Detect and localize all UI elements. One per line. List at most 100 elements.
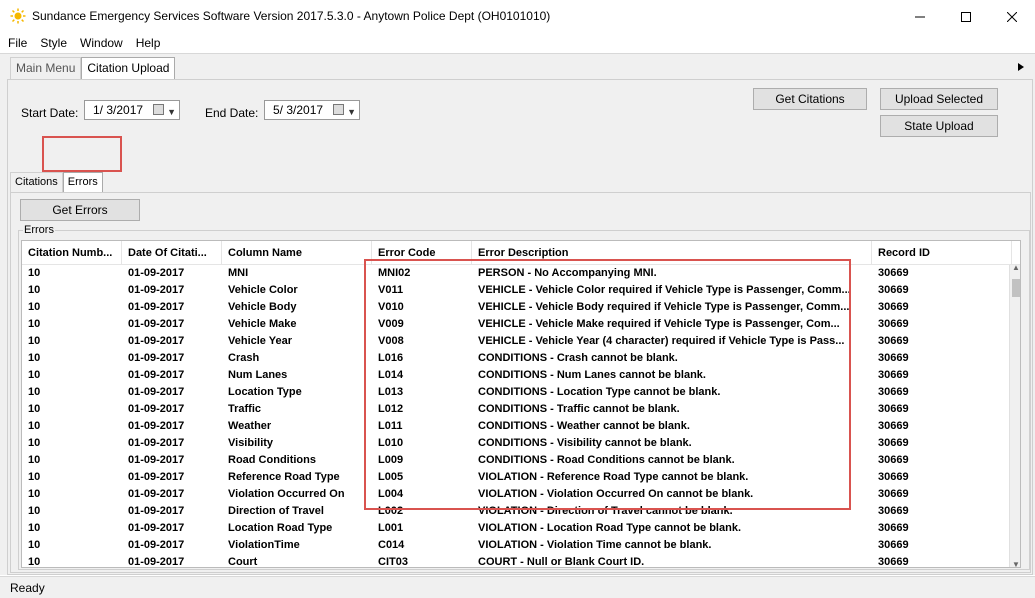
sub-tab-strip: Citations Errors	[10, 172, 103, 193]
chevron-down-icon: ▼	[167, 107, 176, 117]
maximize-button[interactable]	[943, 0, 989, 34]
calendar-icon	[333, 104, 344, 115]
cell-record-id: 30669	[878, 454, 909, 466]
cell-citation-number: 10	[28, 301, 41, 313]
end-date-label: End Date:	[205, 106, 259, 120]
cell-citation-number: 10	[28, 403, 41, 415]
cell-record-id: 30669	[878, 471, 909, 483]
cell-date: 01-09-2017	[128, 301, 185, 313]
tab-errors[interactable]: Errors	[62, 172, 103, 193]
cell-date: 01-09-2017	[128, 403, 185, 415]
close-button[interactable]	[989, 0, 1035, 34]
cell-column-name: Road Conditions	[228, 454, 316, 466]
cell-record-id: 30669	[878, 403, 909, 415]
sun-icon	[10, 8, 26, 24]
calendar-icon	[153, 104, 164, 115]
cell-citation-number: 10	[28, 488, 41, 500]
cell-date: 01-09-2017	[128, 369, 185, 381]
cell-record-id: 30669	[878, 488, 909, 500]
cell-column-name: Vehicle Year	[228, 335, 293, 347]
tab-citation-upload[interactable]: Citation Upload	[81, 57, 176, 79]
upload-selected-button[interactable]: Upload Selected	[880, 88, 998, 110]
cell-record-id: 30669	[878, 267, 909, 279]
chevron-down-icon: ▼	[347, 107, 356, 117]
scrollbar-thumb[interactable]	[1012, 279, 1020, 297]
scroll-up-icon[interactable]: ▲	[1012, 263, 1020, 272]
cell-record-id: 30669	[878, 539, 909, 551]
cell-column-name: Traffic	[228, 403, 262, 415]
table-row[interactable]: 10 01-09-2017 ViolationTime C014 VIOLATION -…	[22, 537, 1012, 554]
cell-column-name: MNI	[228, 267, 249, 279]
get-citations-button[interactable]: Get Citations	[753, 88, 867, 110]
start-date-picker[interactable]: 1/ 3/2017 ▼	[84, 100, 180, 120]
start-date-value: 1/ 3/2017	[93, 103, 144, 117]
cell-citation-number: 10	[28, 505, 41, 517]
table-row[interactable]: 10 01-09-2017 Location Road Type L001 VIOLAT…	[22, 520, 1012, 537]
window-title: Sundance Emergency Services Software Ver…	[32, 9, 551, 23]
cell-date: 01-09-2017	[128, 454, 185, 466]
cell-citation-number: 10	[28, 267, 41, 279]
minimize-icon	[915, 16, 925, 18]
column-header-column-name[interactable]: Column Name	[222, 241, 372, 264]
menu-file[interactable]: File	[0, 34, 32, 52]
cell-date: 01-09-2017	[128, 437, 185, 449]
end-date-picker[interactable]: 5/ 3/2017 ▼	[264, 100, 360, 120]
tab-main-menu[interactable]: Main Menu	[10, 57, 82, 79]
cell-record-id: 30669	[878, 386, 909, 398]
menu-bar: File Style Window Help	[0, 34, 1035, 52]
cell-record-id: 30669	[878, 522, 909, 534]
cell-column-name: Vehicle Color	[228, 284, 298, 296]
cell-citation-number: 10	[28, 454, 41, 466]
cell-record-id: 30669	[878, 352, 909, 364]
cell-citation-number: 10	[28, 284, 41, 296]
cell-error-description: VIOLATION - Violation Time cannot be bla…	[478, 539, 712, 551]
errors-group-label: Errors	[23, 224, 55, 236]
cell-date: 01-09-2017	[128, 522, 185, 534]
cell-citation-number: 10	[28, 556, 41, 568]
cell-record-id: 30669	[878, 301, 909, 313]
cell-citation-number: 10	[28, 386, 41, 398]
table-row[interactable]: 10 01-09-2017 Court CIT03 COURT - Null or Bl…	[22, 554, 1012, 568]
cell-record-id: 30669	[878, 556, 909, 568]
get-errors-button[interactable]: Get Errors	[20, 199, 140, 221]
cell-column-name: Weather	[228, 420, 272, 432]
maximize-icon	[961, 12, 971, 22]
column-header-date[interactable]: Date Of Citati...	[122, 241, 222, 264]
cell-column-name: Vehicle Make	[228, 318, 297, 330]
cell-record-id: 30669	[878, 420, 909, 432]
close-icon	[1007, 12, 1017, 22]
cell-column-name: Reference Road Type	[228, 471, 340, 483]
status-text: Ready	[10, 581, 45, 595]
state-upload-button[interactable]: State Upload	[880, 115, 998, 137]
tab-scroll-right-icon[interactable]	[1017, 62, 1025, 72]
cell-record-id: 30669	[878, 284, 909, 296]
cell-column-name: ViolationTime	[228, 539, 300, 551]
scroll-down-icon[interactable]: ▼	[1012, 560, 1020, 567]
column-header-record-id[interactable]: Record ID	[872, 241, 1012, 264]
minimize-button[interactable]	[897, 0, 943, 34]
cell-date: 01-09-2017	[128, 556, 185, 568]
menu-window[interactable]: Window	[72, 34, 128, 52]
column-header-citation-number[interactable]: Citation Numb...	[22, 241, 122, 264]
title-bar: Sundance Emergency Services Software Ver…	[0, 0, 1035, 34]
main-area: Main Menu Citation Upload Start Date: 1/…	[0, 53, 1035, 575]
cell-column-name: Crash	[228, 352, 260, 364]
cell-column-name: Court	[228, 556, 258, 568]
cell-date: 01-09-2017	[128, 335, 185, 347]
cell-citation-number: 10	[28, 335, 41, 347]
menu-style[interactable]: Style	[32, 34, 72, 52]
cell-record-id: 30669	[878, 505, 909, 517]
citation-upload-panel: Start Date: 1/ 3/2017 ▼ End Date: 5/ 3/2…	[7, 79, 1033, 575]
cell-date: 01-09-2017	[128, 386, 185, 398]
cell-date: 01-09-2017	[128, 539, 185, 551]
cell-date: 01-09-2017	[128, 284, 185, 296]
cell-column-name: Direction of Travel	[228, 505, 324, 517]
error-codes-highlight	[364, 259, 851, 510]
cell-error-code: C014	[378, 539, 405, 551]
tab-citations[interactable]: Citations	[10, 172, 63, 193]
cell-citation-number: 10	[28, 369, 41, 381]
menu-help[interactable]: Help	[128, 34, 166, 52]
main-tab-strip: Main Menu Citation Upload	[10, 57, 176, 79]
grid-vertical-scrollbar[interactable]: ▲ ▼	[1009, 263, 1020, 567]
cell-date: 01-09-2017	[128, 471, 185, 483]
